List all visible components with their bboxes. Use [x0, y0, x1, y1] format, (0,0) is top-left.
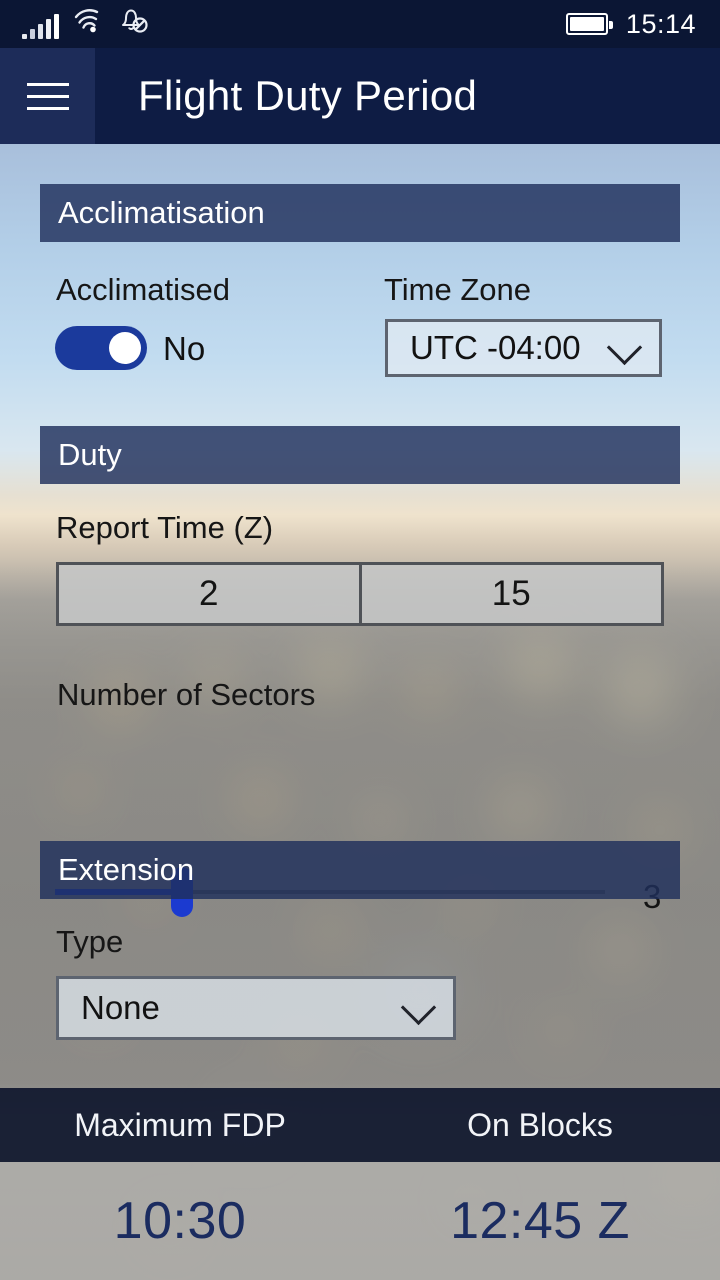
status-bar-right-icons: 15:14: [565, 8, 720, 40]
max-fdp-label: Maximum FDP: [74, 1106, 286, 1143]
chevron-down-icon: [606, 329, 643, 366]
acclimatised-toggle-value: No: [163, 330, 206, 367]
status-bar-left-icons: [0, 9, 149, 39]
report-time-picker[interactable]: 2 15: [56, 562, 664, 626]
extension-type-value: None: [81, 989, 160, 1026]
report-time-hours[interactable]: 2: [59, 565, 359, 623]
sectors-label: Number of Sectors: [57, 677, 316, 712]
max-fdp-value: 10:30: [113, 1192, 247, 1250]
timezone-dropdown[interactable]: UTC -04:00: [385, 319, 662, 377]
report-time-minutes[interactable]: 15: [358, 565, 662, 623]
timezone-value: UTC -04:00: [410, 329, 581, 366]
on-blocks-label: On Blocks: [467, 1106, 613, 1143]
on-blocks-value: 12:45 Z: [450, 1192, 630, 1250]
wifi-icon: [73, 8, 103, 39]
acclimatised-label: Acclimatised: [56, 272, 230, 307]
extension-type-label: Type: [56, 924, 124, 959]
summary-on-blocks-label-cell: On Blocks: [360, 1088, 720, 1162]
hamburger-menu-icon[interactable]: [0, 48, 95, 144]
page-title: Flight Duty Period: [138, 72, 478, 119]
section-title-acclimatisation: Acclimatisation: [58, 195, 265, 230]
section-header-duty: Duty: [40, 426, 680, 484]
section-header-extension: Extension: [40, 841, 680, 899]
section-title-duty: Duty: [58, 437, 122, 472]
report-time-label: Report Time (Z): [56, 510, 274, 545]
timezone-label: Time Zone: [384, 272, 532, 307]
status-bar-clock: 15:14: [625, 8, 696, 39]
main-content: Acclimatisation Acclimatised No Time Zon…: [0, 144, 720, 1088]
status-bar: 15:14: [0, 0, 720, 48]
cellular-signal-icon: [22, 14, 59, 39]
app-header: Flight Duty Period: [0, 48, 720, 144]
section-header-acclimatisation: Acclimatisation: [40, 184, 680, 242]
acclimatised-toggle[interactable]: [55, 326, 147, 370]
summary-label-row: Maximum FDP On Blocks: [0, 1088, 720, 1162]
extension-type-dropdown[interactable]: None: [56, 976, 456, 1040]
chevron-down-icon: [400, 989, 437, 1026]
summary-value-row: 10:30 12:45 Z: [0, 1162, 720, 1280]
summary-on-blocks-value-cell: 12:45 Z: [360, 1162, 720, 1280]
battery-full-icon: [565, 13, 613, 35]
phone-screen: 15:14 Flight Duty Period Acclimatisation…: [0, 0, 720, 1280]
summary-max-fdp-value-cell: 10:30: [0, 1162, 360, 1280]
summary-max-fdp-label-cell: Maximum FDP: [0, 1088, 360, 1162]
section-title-extension: Extension: [58, 852, 195, 887]
notifications-off-icon: [117, 6, 149, 39]
